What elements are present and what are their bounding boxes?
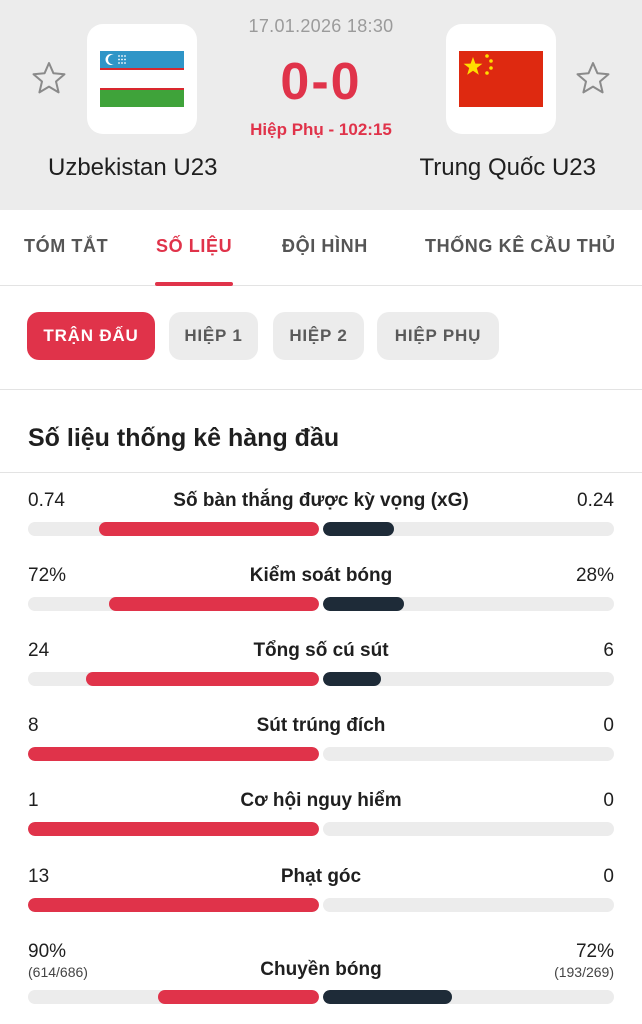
period-tabs: TRẬN ĐẤU HIỆP 1 HIỆP 2 HIỆP PHỤ [0,286,642,390]
period-tab-match[interactable]: TRẬN ĐẤU [27,312,155,360]
stat-row: 24 Tổng số cú sút 6 [0,640,642,715]
stat-away-bar [323,597,405,611]
china-flag-icon [459,51,543,107]
stat-row: 72% Kiểm soát bóng 28% [0,565,642,640]
tab-stats[interactable]: SỐ LIỆU [156,236,232,257]
stat-away-value: 72% (193/269) [554,941,614,980]
tab-player-stats[interactable]: THỐNG KÊ CẦU THỦ [425,236,616,257]
stat-label: Kiểm soát bóng [249,565,393,586]
stat-away-value: 0 [603,790,614,812]
stat-away-number: 28% [575,565,614,586]
stat-label: Chuyền bóng [260,959,382,980]
stat-away-detail: (193/269) [554,964,614,980]
tab-lineups[interactable]: ĐỘI HÌNH [282,236,368,257]
section-title: Số liệu thống kê hàng đầu [28,424,340,452]
stat-home-bar [99,522,319,536]
away-team-flag-card[interactable] [446,24,556,134]
period-tab-extra-time[interactable]: HIỆP PHỤ [377,312,499,360]
favorite-away-star-icon[interactable] [575,60,611,96]
main-tabs: TÓM TẮT SỐ LIỆU ĐỘI HÌNH THỐNG KÊ CẦU TH… [0,210,642,286]
stat-home-bar-track [28,747,319,761]
stat-label: Cơ hội nguy hiểm [240,790,402,811]
stat-home-bar [28,822,319,836]
stat-label: Số bàn thắng được kỳ vọng (xG) [173,490,469,511]
stat-away-bar-track [323,898,614,912]
period-tab-second-half[interactable]: HIỆP 2 [273,312,364,360]
stat-home-bar-track [28,672,319,686]
stat-away-number: 0 [603,715,614,736]
stat-label: Tổng số cú sút [253,640,389,661]
stat-away-bar-track [323,747,614,761]
stat-home-bar-track [28,898,319,912]
stat-label: Phạt góc [280,866,362,887]
stat-away-value: 0 [603,715,614,737]
stat-away-bar-track [323,822,614,836]
period-tab-first-half[interactable]: HIỆP 1 [169,312,258,360]
tab-summary[interactable]: TÓM TẮT [24,236,108,257]
stat-away-bar [323,522,395,536]
stat-row: 1 Cơ hội nguy hiểm 0 [0,790,642,865]
stat-away-bar-track [323,522,614,536]
divider [0,472,642,473]
stat-away-bar [323,990,453,1004]
stat-away-value: 6 [603,640,614,662]
stat-row: 8 Sút trúng đích 0 [0,715,642,790]
match-header: 17.01.2026 18:30 0-0 Hiệp Phụ - 102:15 U… [0,0,642,210]
stat-away-value: 0.24 [577,490,614,512]
away-team-name[interactable]: Trung Quốc U23 [419,154,596,182]
stat-away-value: 0 [603,866,614,888]
stat-away-bar-track [323,990,614,1004]
stat-row: 13 Phạt góc 0 [0,866,642,941]
stat-away-bar-track [323,597,614,611]
stat-home-bar [86,672,319,686]
stat-home-bar-track [28,822,319,836]
home-team-name[interactable]: Uzbekistan U23 [48,154,217,182]
stat-home-bar [28,747,319,761]
stat-away-number: 0 [603,790,614,811]
stat-home-bar-track [28,522,319,536]
stat-away-value: 28% [576,565,614,587]
stat-home-bar [28,898,319,912]
stat-home-bar-track [28,597,319,611]
stat-away-number: 0.24 [577,490,614,511]
stat-home-bar-track [28,990,319,1004]
stat-away-bar [323,672,382,686]
stat-label: Sút trúng đích [256,715,386,736]
stat-row: 0.74 Số bàn thắng được kỳ vọng (xG) 0.24 [0,490,642,565]
stat-row: 90% (614/686) Chuyền bóng 72% (193/269) [0,941,642,1016]
stat-away-bar-track [323,672,614,686]
stat-away-number: 6 [603,640,614,661]
stat-away-number: 0 [603,866,614,887]
stat-away-number: 72% [575,941,614,962]
stat-home-bar [109,597,319,611]
stat-home-bar [157,990,319,1004]
